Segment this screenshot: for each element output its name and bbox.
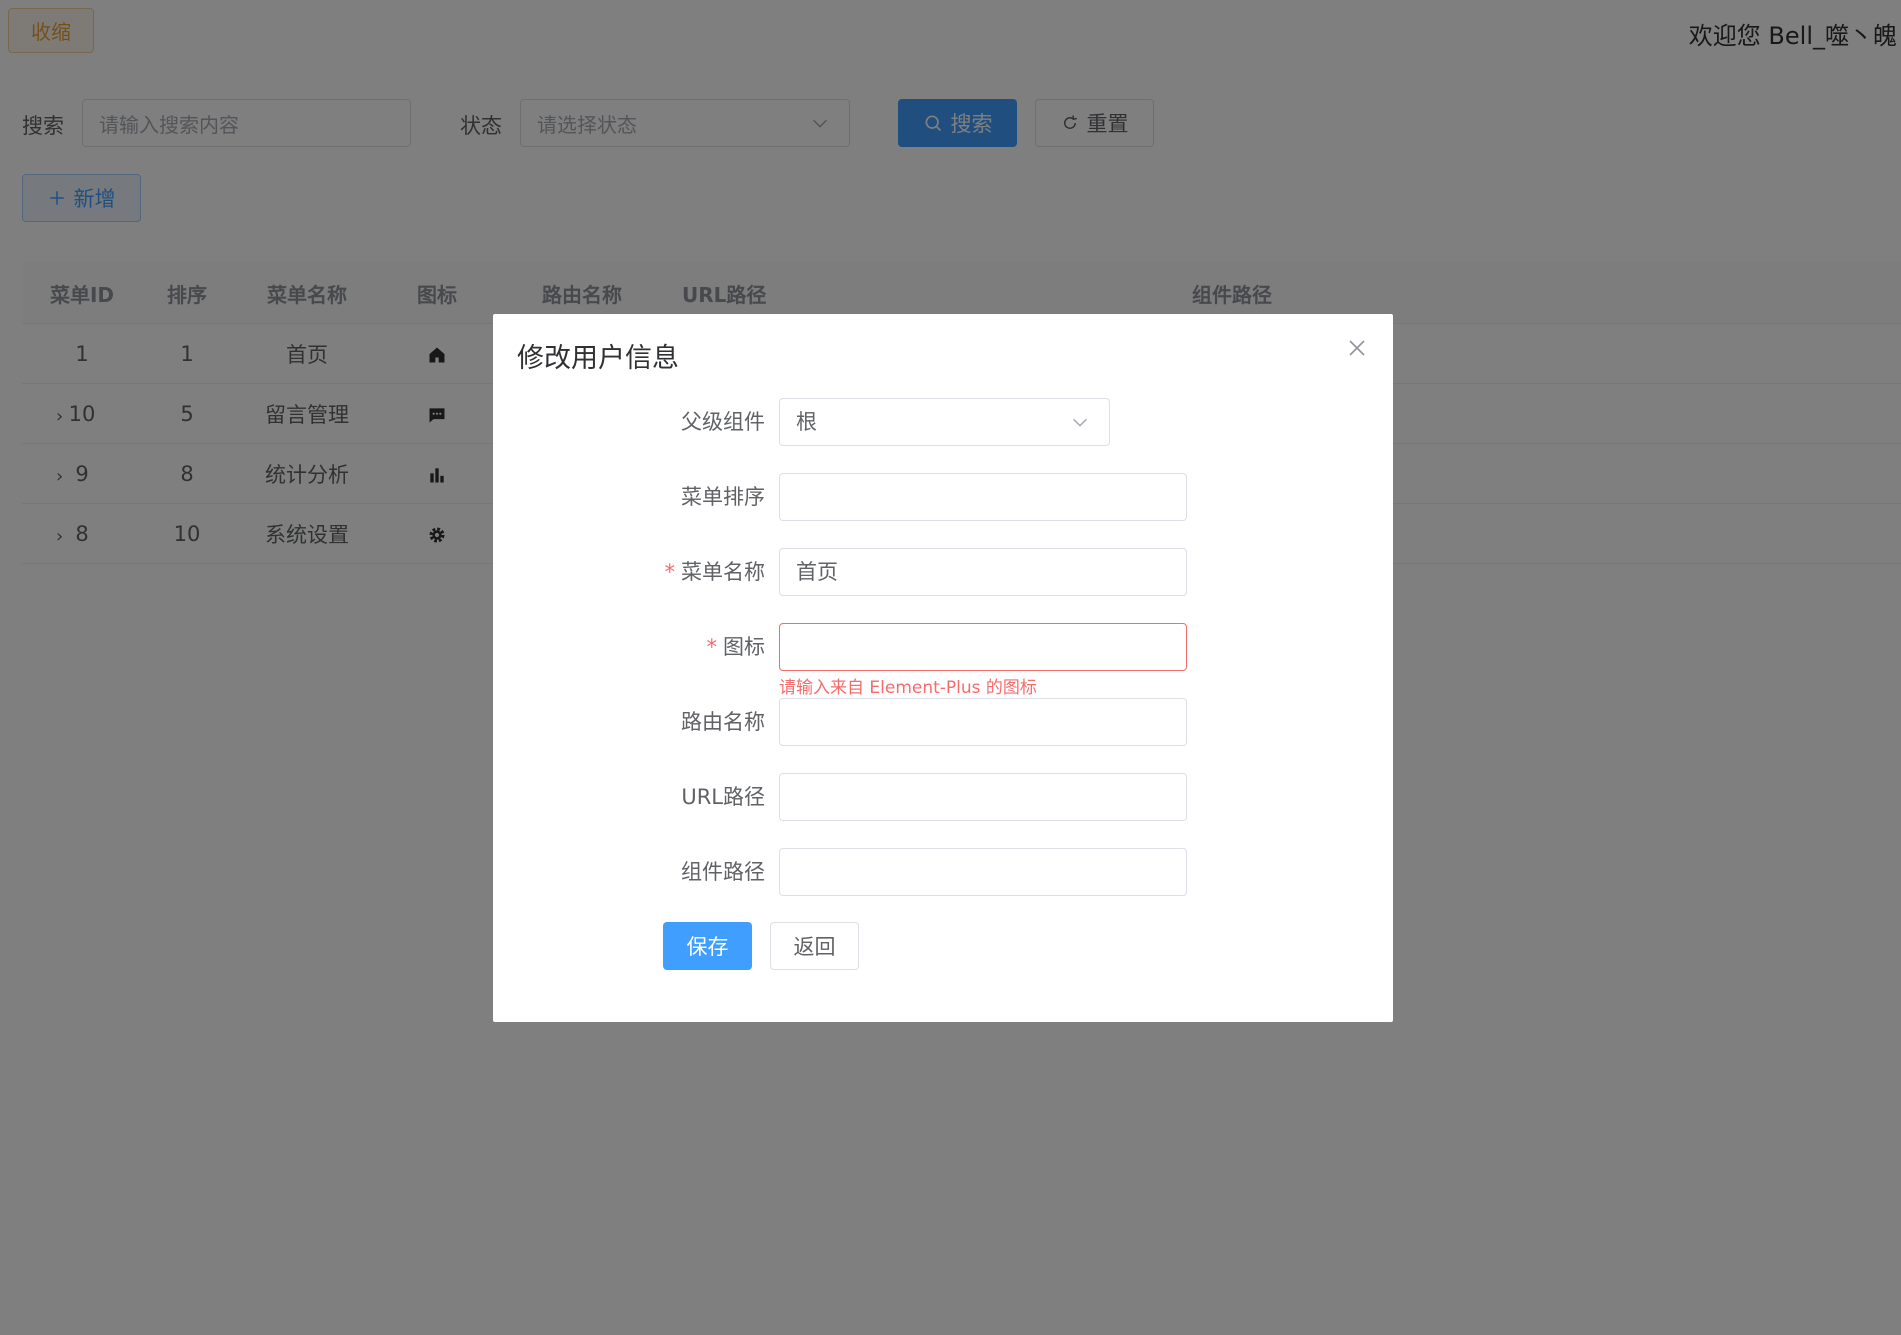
close-icon[interactable] [1345, 336, 1369, 360]
dialog-title: 修改用户信息 [517, 343, 679, 374]
form-row-parent: 父级组件 根 [493, 398, 1393, 446]
form-row-route: 路由名称 [493, 698, 1393, 746]
required-mark: * [706, 635, 718, 659]
route-label: 路由名称 [681, 710, 765, 734]
name-label: 菜单名称 [681, 560, 765, 584]
route-input[interactable] [779, 698, 1187, 746]
edit-dialog: 修改用户信息 父级组件 根 菜单排序 * 菜单名称 首页 * 图标 请输入来自 El… [493, 314, 1393, 1022]
form-row-name: * 菜单名称 首页 [493, 548, 1393, 596]
form-row-url: URL路径 [493, 773, 1393, 821]
form-row-component: 组件路径 [493, 848, 1393, 896]
component-label: 组件路径 [681, 860, 765, 884]
sort-label: 菜单排序 [681, 485, 765, 509]
required-mark: * [664, 560, 676, 584]
form-row-icon: * 图标 请输入来自 Element-Plus 的图标 [493, 623, 1393, 698]
parent-label: 父级组件 [681, 410, 765, 434]
url-label: URL路径 [681, 785, 765, 809]
name-input[interactable]: 首页 [779, 548, 1187, 596]
sort-input[interactable] [779, 473, 1187, 521]
parent-select[interactable]: 根 [779, 398, 1110, 446]
chevron-down-icon [1073, 418, 1087, 427]
back-button[interactable]: 返回 [770, 922, 859, 970]
url-input[interactable] [779, 773, 1187, 821]
component-input[interactable] [779, 848, 1187, 896]
parent-value: 根 [796, 410, 817, 434]
form-row-sort: 菜单排序 [493, 473, 1393, 521]
save-button[interactable]: 保存 [663, 922, 752, 970]
icon-error-message: 请输入来自 Element-Plus 的图标 [779, 678, 1037, 698]
page: 收缩 欢迎您 Bell_噬丶魄 搜索 请输入搜索内容 状态 请选择状态 搜索 重… [0, 0, 1901, 1335]
icon-input[interactable] [779, 623, 1187, 671]
icon-label: 图标 [723, 635, 765, 659]
